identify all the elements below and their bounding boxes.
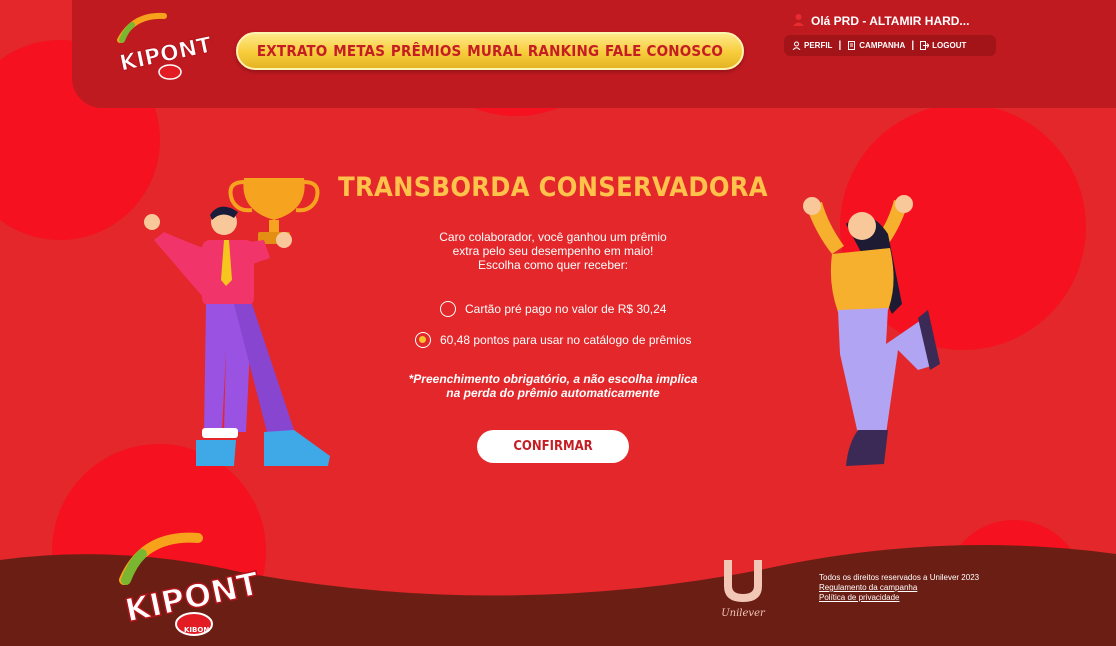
note-line: na perda do prêmio automaticamente — [446, 386, 660, 400]
footer-legal: Todos os direitos reservados a Unilever … — [819, 573, 979, 603]
required-note: *Preenchimento obrigatório, a não escolh… — [394, 372, 712, 400]
woman-celebrating-illustration — [798, 194, 948, 470]
intro-line: Caro colaborador, você ganhou um prêmio — [439, 230, 667, 244]
logout-label: LOGOUT — [932, 41, 967, 50]
nav-mural[interactable]: MURAL — [467, 42, 522, 60]
profile-label: PERFIL — [804, 41, 833, 50]
intro-text: Caro colaborador, você ganhou um prêmio … — [400, 230, 706, 272]
kipontos-logo[interactable]: KIPONTOS — [112, 10, 248, 80]
intro-line: extra pelo seu desempenho em maio! — [452, 244, 654, 258]
nav-premios[interactable]: PRÊMIOS — [391, 42, 462, 60]
logout-link[interactable]: LOGOUT — [920, 41, 966, 50]
nav-ranking[interactable]: RANKING — [528, 42, 599, 60]
confirm-button[interactable]: CONFIRMAR — [477, 430, 629, 463]
menu-separator: | — [838, 40, 842, 51]
radio-points[interactable] — [415, 332, 431, 348]
intro-line: Escolha como quer receber: — [477, 258, 629, 272]
campaign-link[interactable]: CAMPANHA — [847, 41, 905, 50]
nav-fale-conosco[interactable]: FALE CONOSCO — [605, 42, 723, 60]
profile-link[interactable]: PERFIL — [792, 41, 833, 51]
privacy-link[interactable]: Política de privacidade — [819, 593, 979, 603]
option-points-label: 60,48 pontos para usar no catálogo de pr… — [440, 333, 692, 347]
regulation-link[interactable]: Regulamento da campanha — [819, 583, 979, 593]
menu-separator: | — [911, 40, 915, 51]
page-title: TRANSBORDA CONSERVADORA — [338, 172, 768, 203]
note-line: *Preenchimento obrigatório, a não escolh… — [408, 372, 698, 386]
main-nav: EXTRATO METAS PRÊMIOS MURAL RANKING FALE… — [236, 32, 744, 70]
user-greeting: Olá PRD - ALTAMIR HARD... — [792, 13, 969, 29]
unilever-logo: Unilever — [714, 556, 772, 622]
copyright-text: Todos os direitos reservados a Unilever … — [819, 573, 980, 582]
document-icon — [847, 41, 856, 50]
campaign-label: CAMPANHA — [859, 41, 906, 50]
profile-icon — [792, 41, 801, 51]
nav-extrato[interactable]: EXTRATO — [257, 42, 328, 60]
user-icon — [792, 13, 805, 29]
logout-icon — [920, 41, 930, 50]
option-points[interactable]: 60,48 pontos para usar no catálogo de pr… — [415, 332, 692, 348]
radio-prepaid-card[interactable] — [440, 301, 456, 317]
greeting-text: Olá PRD - ALTAMIR HARD... — [811, 14, 970, 28]
user-menu: PERFIL | CAMPANHA | LOGOUT — [784, 35, 996, 56]
man-with-trophy-illustration — [134, 160, 334, 470]
footer-kibon-label: KIBON — [184, 626, 209, 634]
nav-metas[interactable]: METAS — [333, 42, 385, 60]
unilever-wordmark: Unilever — [721, 608, 766, 619]
option-prepaid-card-label: Cartão pré pago no valor de R$ 30,24 — [465, 302, 667, 316]
footer-kipontos-logo[interactable]: KIPONTOS KIBON — [112, 528, 312, 642]
option-prepaid-card[interactable]: Cartão pré pago no valor de R$ 30,24 — [440, 301, 666, 317]
